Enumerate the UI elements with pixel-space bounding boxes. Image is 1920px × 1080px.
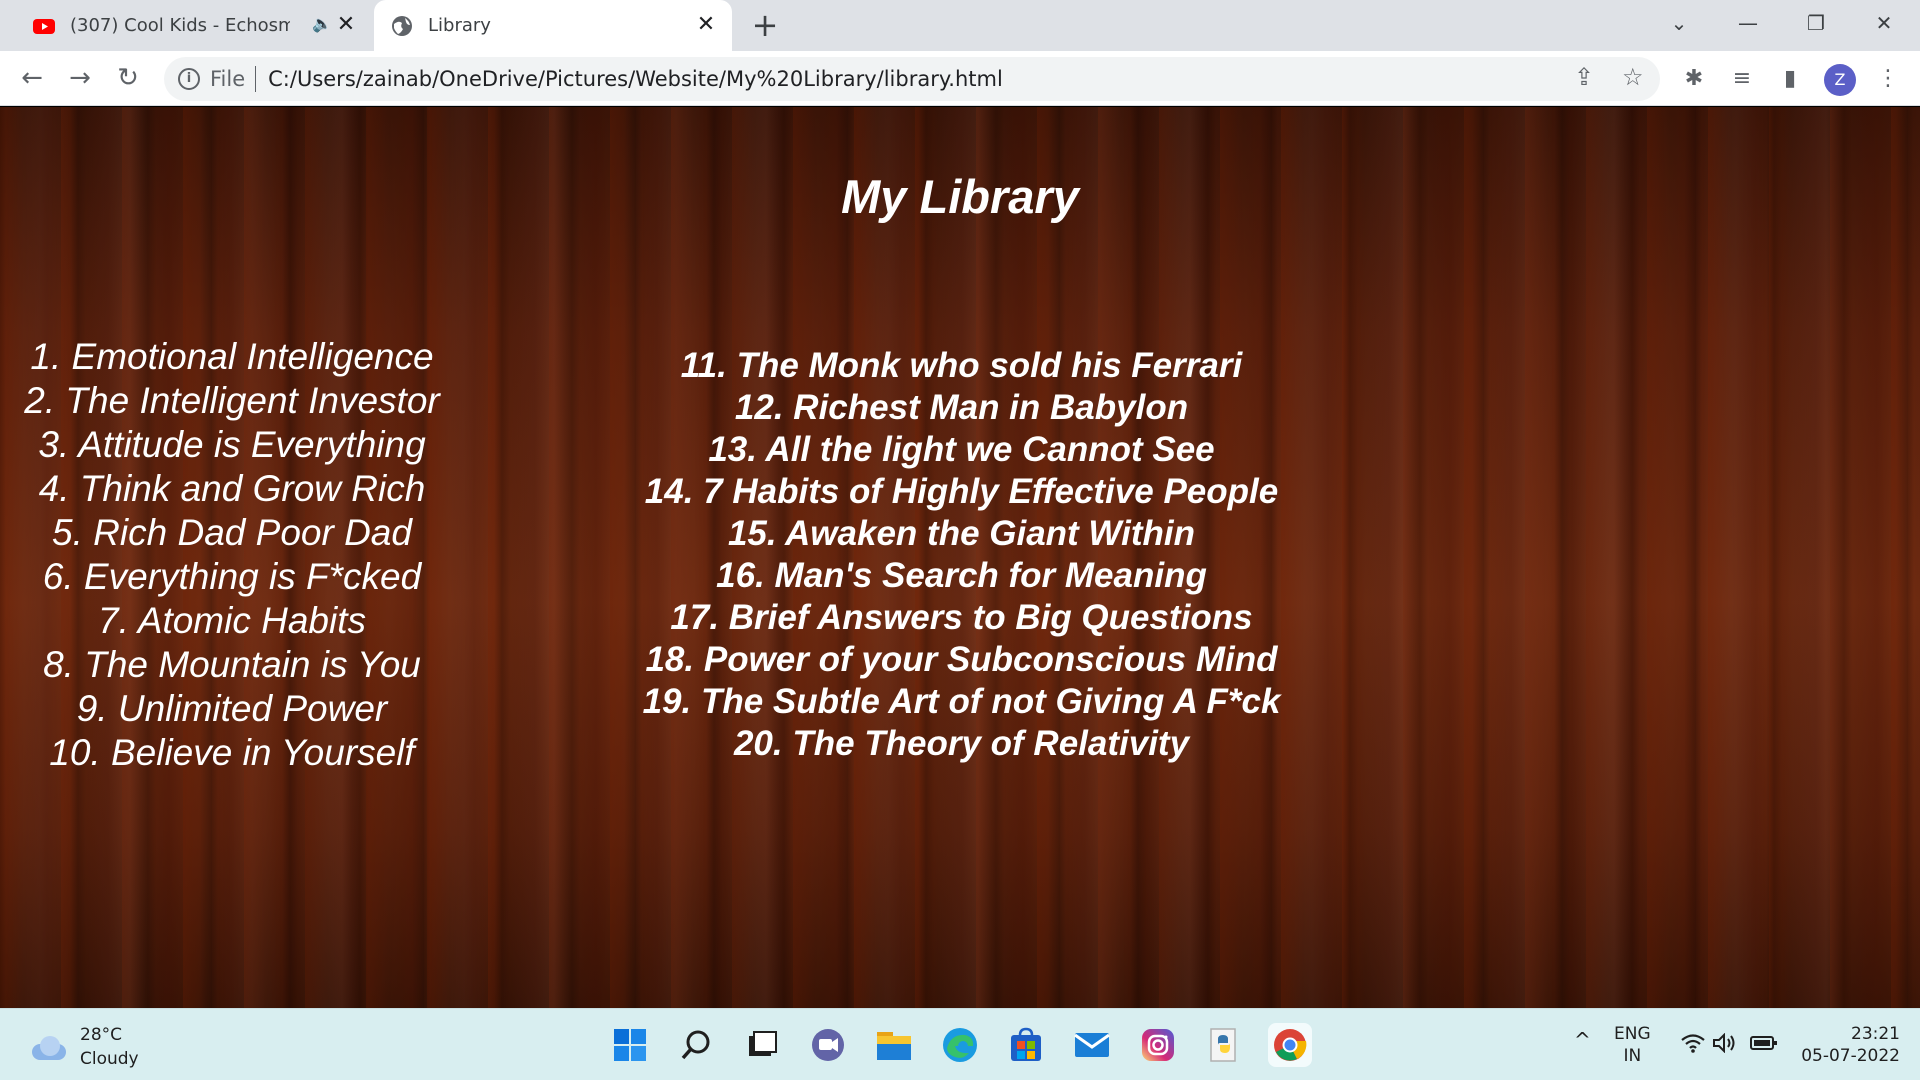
region-code: IN: [1623, 1046, 1642, 1066]
store-icon[interactable]: [1004, 1023, 1048, 1067]
tab-search-icon[interactable]: ⌄: [1659, 6, 1699, 40]
wifi-icon[interactable]: [1680, 1033, 1706, 1059]
audio-playing-icon[interactable]: 🔈: [312, 14, 332, 36]
list-item: 9. Unlimited Power: [76, 688, 388, 729]
list-item: 16. Man's Search for Meaning: [716, 556, 1207, 595]
list-item: 17. Brief Answers to Big Questions: [670, 598, 1253, 637]
list-item: 13. All the light we Cannot See: [708, 430, 1215, 469]
python-icon[interactable]: [1202, 1023, 1246, 1067]
tab-youtube[interactable]: (307) Cool Kids - Echosmith ( 🔈 ✕: [12, 0, 372, 51]
list-item: 5. Rich Dad Poor Dad: [52, 512, 412, 553]
cloudy-weather-icon: [28, 1034, 68, 1060]
volume-icon[interactable]: [1712, 1032, 1738, 1059]
clock[interactable]: 23:21 05-07-2022: [1790, 1023, 1900, 1067]
edge-icon[interactable]: [938, 1023, 982, 1067]
list-item: 2. The Intelligent Investor: [24, 380, 440, 421]
language-indicator[interactable]: ENG IN: [1614, 1023, 1651, 1067]
list-item: 11. The Monk who sold his Ferrari: [680, 346, 1243, 385]
share-icon[interactable]: ⇪: [1574, 63, 1594, 91]
list-item: 15. Awaken the Giant Within: [727, 514, 1196, 553]
task-view-icon[interactable]: [740, 1023, 784, 1067]
globe-icon: [390, 14, 414, 38]
list-item: 3. Attitude is Everything: [38, 424, 426, 465]
instagram-icon[interactable]: [1136, 1023, 1180, 1067]
list-item: 6. Everything is F*cked: [42, 556, 422, 597]
url-scheme: File: [210, 67, 246, 91]
weather-condition: Cloudy: [80, 1049, 139, 1069]
chrome-icon[interactable]: [1268, 1023, 1312, 1067]
minimize-icon[interactable]: —: [1728, 6, 1768, 40]
back-icon[interactable]: ←: [14, 60, 50, 96]
weather-temperature: 28°C: [80, 1025, 123, 1045]
close-tab-icon[interactable]: ✕: [334, 12, 358, 38]
close-tab-icon[interactable]: ✕: [694, 12, 718, 38]
new-tab-button[interactable]: +: [748, 8, 782, 42]
weather-widget[interactable]: 28°C Cloudy: [28, 1023, 139, 1071]
url-separator: [255, 66, 257, 92]
list-item: 8. The Mountain is You: [43, 644, 421, 685]
file-explorer-icon[interactable]: [872, 1023, 916, 1067]
list-item: 12. Richest Man in Babylon: [734, 388, 1189, 427]
tab-strip: (307) Cool Kids - Echosmith ( 🔈 ✕ Librar…: [0, 0, 1920, 51]
bookmark-star-icon[interactable]: ☆: [1622, 63, 1644, 91]
clock-time: 23:21: [1851, 1024, 1900, 1044]
mail-icon[interactable]: [1070, 1023, 1114, 1067]
list-item: 14. 7 Habits of Highly Effective People: [644, 472, 1279, 511]
language-code: ENG: [1614, 1024, 1651, 1044]
media-control-icon[interactable]: ≡: [1726, 63, 1758, 95]
profile-avatar[interactable]: Z: [1824, 64, 1856, 96]
youtube-icon: [32, 14, 56, 38]
battery-icon[interactable]: [1750, 1035, 1778, 1057]
list-item: 10. Believe in Yourself: [49, 732, 415, 773]
clock-date: 05-07-2022: [1801, 1046, 1900, 1066]
page-title: My Library: [841, 170, 1079, 223]
tab-title: Library: [428, 15, 491, 36]
side-panel-icon[interactable]: ▮: [1774, 63, 1806, 95]
book-list-right: 11. The Monk who sold his Ferrari 12. Ri…: [560, 345, 1363, 765]
forward-icon[interactable]: →: [62, 60, 98, 96]
book-list-left: 1. Emotional Intelligence 2. The Intelli…: [0, 335, 464, 775]
close-window-icon[interactable]: ✕: [1864, 6, 1904, 40]
url-text[interactable]: C:/Users/zainab/OneDrive/Pictures/Websit…: [268, 67, 1003, 91]
list-item: 20. The Theory of Relativity: [733, 724, 1190, 763]
tab-library[interactable]: Library ✕: [374, 0, 732, 51]
restore-icon[interactable]: ❐: [1796, 6, 1836, 40]
list-item: 1. Emotional Intelligence: [30, 336, 434, 377]
reload-icon[interactable]: ↻: [110, 60, 146, 96]
tray-chevron-icon[interactable]: ^: [1574, 1029, 1591, 1051]
list-item: 7. Atomic Habits: [98, 600, 366, 641]
list-item: 18. Power of your Subconscious Mind: [645, 640, 1278, 679]
address-bar[interactable]: i File C:/Users/zainab/OneDrive/Pictures…: [164, 57, 1660, 101]
page-content: My Library 1. Emotional Intelligence 2. …: [0, 107, 1920, 1008]
start-icon[interactable]: [608, 1023, 652, 1067]
search-icon[interactable]: [674, 1023, 718, 1067]
list-item: 4. Think and Grow Rich: [38, 468, 426, 509]
list-item: 19. The Subtle Art of not Giving A F*ck: [642, 682, 1281, 721]
chrome-menu-icon[interactable]: ⋮: [1872, 63, 1904, 95]
windows-taskbar: 28°C Cloudy ^ ENG IN 23:21 05-07-2022: [0, 1008, 1920, 1080]
extensions-icon[interactable]: ✱: [1678, 63, 1710, 95]
site-info-icon[interactable]: i: [178, 68, 200, 90]
tab-title: (307) Cool Kids - Echosmith (: [70, 15, 290, 36]
chat-icon[interactable]: [806, 1023, 850, 1067]
browser-toolbar: ← → ↻ i File C:/Users/zainab/OneDrive/Pi…: [0, 51, 1920, 106]
